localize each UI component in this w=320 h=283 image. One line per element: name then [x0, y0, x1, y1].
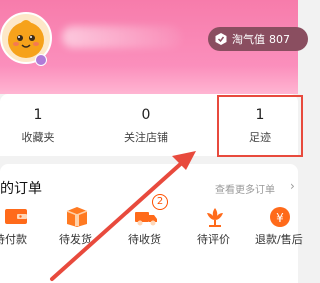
chevron-right-icon[interactable]: › — [290, 179, 295, 193]
stat-followed-shops[interactable]: 0 关注店铺 — [96, 94, 196, 145]
username-blurred — [62, 26, 182, 48]
order-count-badge: 2 — [152, 194, 168, 210]
refund-icon: ¥ — [270, 207, 290, 227]
stat-label: 关注店铺 — [124, 131, 168, 144]
taoqi-value: 807 — [269, 32, 290, 46]
order-item-pending-payment[interactable]: 待付款 — [0, 202, 46, 262]
stat-count: 1 — [33, 107, 43, 123]
order-item-pending-shipment[interactable]: 待发货 — [47, 202, 107, 262]
order-item-label: 待发货 — [59, 233, 92, 246]
orders-title: 的订单 — [0, 181, 42, 197]
order-item-label: 退款/售后 — [255, 233, 303, 246]
view-more-orders-link[interactable]: 查看更多订单 — [215, 181, 275, 196]
order-item-label: 待收货 — [128, 233, 161, 246]
order-item-pending-receipt[interactable]: 2 待收货 — [116, 194, 176, 262]
taoqi-label: 淘气值 — [232, 33, 265, 46]
order-item-refund[interactable]: ¥ 退款/售后 — [250, 202, 310, 262]
order-item-label: 待付款 — [0, 233, 27, 246]
package-icon — [66, 207, 88, 227]
stat-count: 0 — [141, 107, 151, 123]
stat-favorites[interactable]: 1 收藏夹 — [0, 94, 88, 145]
taoqi-badge-icon — [215, 33, 227, 45]
order-item-pending-review[interactable]: 待评价 — [185, 202, 245, 262]
avatar-badge-icon — [35, 54, 47, 66]
flower-icon — [207, 208, 223, 227]
annotation-highlight-box — [217, 95, 303, 157]
svg-text:¥: ¥ — [276, 211, 284, 225]
taoqi-value-pill[interactable]: 淘气值 807 — [208, 27, 308, 51]
wallet-icon — [5, 209, 27, 224]
profile-header: 淘气值 807 — [0, 0, 308, 94]
order-item-label: 待评价 — [197, 233, 230, 246]
stat-label: 收藏夹 — [21, 131, 55, 144]
